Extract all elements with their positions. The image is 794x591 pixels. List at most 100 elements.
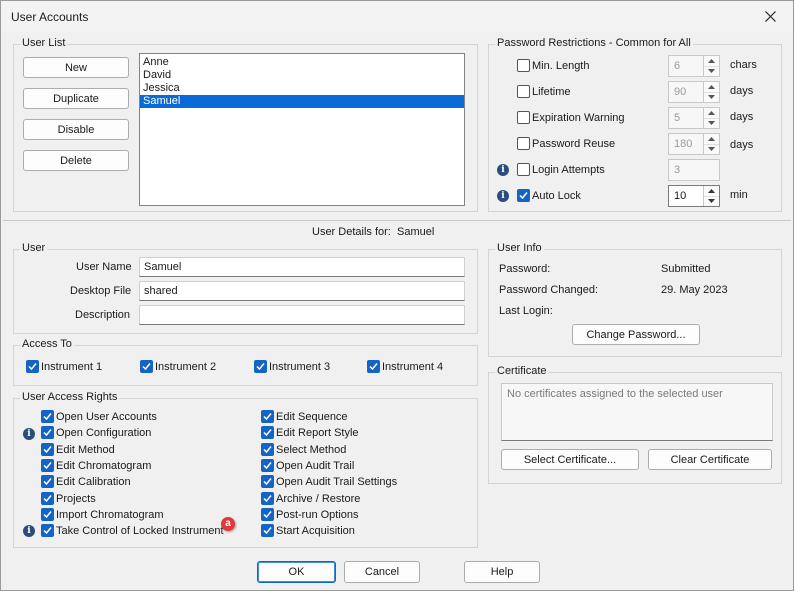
spinner-value: 5 bbox=[674, 112, 681, 124]
min-length-unit: chars bbox=[730, 59, 757, 71]
spinner-value: 6 bbox=[674, 60, 681, 72]
spin-up-icon[interactable] bbox=[704, 186, 719, 197]
access-right-checkbox[interactable] bbox=[41, 507, 54, 521]
spin-up-icon[interactable] bbox=[704, 56, 719, 67]
user-listbox[interactable]: Anne David Jessica Samuel bbox=[139, 53, 465, 206]
lifetime-spinner[interactable]: 90 bbox=[668, 81, 720, 103]
user-list-legend: User List bbox=[20, 37, 68, 49]
password-reuse-spinner[interactable]: 180 bbox=[668, 133, 720, 155]
check-icon bbox=[519, 192, 528, 200]
instrument-3-checkbox[interactable] bbox=[254, 360, 267, 373]
password-reuse-checkbox[interactable] bbox=[517, 137, 530, 150]
access-right-label: Open Audit Trail bbox=[276, 459, 355, 472]
access-right-checkbox[interactable] bbox=[261, 491, 274, 505]
user-list-item[interactable]: Jessica bbox=[140, 82, 464, 95]
instrument-4-checkbox[interactable] bbox=[367, 360, 380, 373]
info-icon[interactable]: i bbox=[497, 190, 509, 202]
access-right-checkbox[interactable] bbox=[261, 475, 274, 489]
instrument-3-label: Instrument 3 bbox=[269, 361, 331, 373]
user-name-input[interactable]: Samuel bbox=[139, 257, 465, 277]
desktop-file-label: Desktop File bbox=[70, 285, 132, 297]
spinner-value: 10 bbox=[674, 190, 687, 202]
spin-down-icon[interactable] bbox=[704, 196, 719, 206]
close-icon bbox=[764, 11, 776, 22]
min-length-spinner[interactable]: 6 bbox=[668, 55, 720, 77]
certificate-list[interactable]: No certificates assigned to the selected… bbox=[501, 383, 773, 441]
access-right-label: Open User Accounts bbox=[56, 411, 157, 423]
auto-lock-spinner[interactable]: 10 bbox=[668, 185, 720, 207]
close-button[interactable] bbox=[747, 1, 793, 32]
user-list-item-selected[interactable]: Samuel bbox=[140, 95, 464, 108]
instrument-4-label: Instrument 4 bbox=[382, 361, 444, 373]
instrument-2-checkbox[interactable] bbox=[140, 360, 153, 373]
access-right-label: Start Acquisition bbox=[276, 525, 355, 538]
desktop-file-input[interactable]: shared bbox=[139, 281, 465, 301]
disable-button[interactable]: Disable bbox=[23, 119, 129, 140]
min-length-label: Min. Length bbox=[532, 60, 590, 72]
info-icon[interactable]: i bbox=[23, 525, 35, 537]
info-icon[interactable]: i bbox=[23, 428, 35, 440]
spin-down-icon[interactable] bbox=[704, 92, 719, 102]
access-right-checkbox[interactable] bbox=[41, 524, 54, 538]
user-access-rights-legend: User Access Rights bbox=[20, 391, 120, 403]
spin-down-icon[interactable] bbox=[704, 118, 719, 128]
access-right-checkbox[interactable] bbox=[261, 458, 274, 472]
lifetime-label: Lifetime bbox=[532, 86, 571, 98]
user-name-label: User Name bbox=[76, 261, 132, 273]
password-label: Password: bbox=[499, 263, 551, 275]
expiration-warning-checkbox[interactable] bbox=[517, 111, 530, 124]
instrument-1-checkbox[interactable] bbox=[26, 360, 39, 373]
user-details-label: User Details for: Samuel bbox=[312, 226, 435, 238]
info-icon[interactable]: i bbox=[497, 164, 509, 176]
access-right-checkbox[interactable] bbox=[41, 491, 54, 505]
password-reuse-label: Password Reuse bbox=[532, 138, 616, 150]
min-length-checkbox[interactable] bbox=[517, 59, 530, 72]
check-icon bbox=[369, 363, 378, 371]
access-right-checkbox[interactable] bbox=[261, 507, 274, 521]
login-attempts-checkbox[interactable] bbox=[517, 163, 530, 176]
duplicate-button[interactable]: Duplicate bbox=[23, 88, 129, 109]
access-right-checkbox[interactable] bbox=[261, 410, 274, 423]
access-to-legend: Access To bbox=[20, 338, 74, 350]
select-certificate-button[interactable]: Select Certificate... bbox=[501, 449, 639, 470]
check-icon bbox=[263, 413, 272, 421]
ok-button[interactable]: OK bbox=[257, 561, 336, 583]
instrument-2-label: Instrument 2 bbox=[155, 361, 217, 373]
delete-button[interactable]: Delete bbox=[23, 150, 129, 171]
clear-certificate-button[interactable]: Clear Certificate bbox=[648, 449, 772, 470]
spin-up-icon[interactable] bbox=[704, 82, 719, 93]
expiration-warning-label: Expiration Warning bbox=[532, 112, 625, 124]
login-attempts-label: Login Attempts bbox=[532, 164, 605, 176]
help-button[interactable]: Help bbox=[464, 561, 540, 583]
access-right-checkbox[interactable] bbox=[41, 426, 54, 440]
expiration-warning-spinner[interactable]: 5 bbox=[668, 107, 720, 129]
access-right-checkbox[interactable] bbox=[41, 442, 54, 456]
spin-up-icon[interactable] bbox=[704, 134, 719, 145]
lifetime-checkbox[interactable] bbox=[517, 85, 530, 98]
cancel-button[interactable]: Cancel bbox=[344, 561, 420, 583]
spin-up-icon[interactable] bbox=[704, 108, 719, 119]
login-attempts-spinner[interactable]: 3 bbox=[668, 159, 720, 181]
check-icon bbox=[43, 494, 52, 502]
access-right-checkbox[interactable] bbox=[261, 426, 274, 440]
access-right-checkbox[interactable] bbox=[261, 524, 274, 538]
user-legend: User bbox=[20, 242, 48, 254]
access-right-checkbox[interactable] bbox=[41, 458, 54, 472]
access-right-checkbox[interactable] bbox=[41, 475, 54, 489]
access-right-checkbox[interactable] bbox=[41, 410, 54, 423]
change-password-button[interactable]: Change Password... bbox=[572, 324, 700, 345]
title-bar: User Accounts bbox=[1, 1, 793, 32]
access-right-label: Edit Report Style bbox=[276, 427, 359, 440]
window-title: User Accounts bbox=[11, 10, 89, 24]
description-input[interactable] bbox=[139, 305, 465, 325]
spin-down-icon[interactable] bbox=[704, 144, 719, 154]
user-list-item[interactable]: David bbox=[140, 69, 464, 82]
access-right-label: Post-run Options bbox=[276, 508, 359, 521]
spin-down-icon[interactable] bbox=[704, 66, 719, 76]
auto-lock-checkbox[interactable] bbox=[517, 189, 530, 202]
user-list-item[interactable]: Anne bbox=[140, 56, 464, 69]
access-right-checkbox[interactable] bbox=[261, 442, 274, 456]
check-icon bbox=[263, 478, 272, 486]
new-button[interactable]: New bbox=[23, 57, 129, 78]
password-status: Submitted bbox=[661, 263, 711, 275]
